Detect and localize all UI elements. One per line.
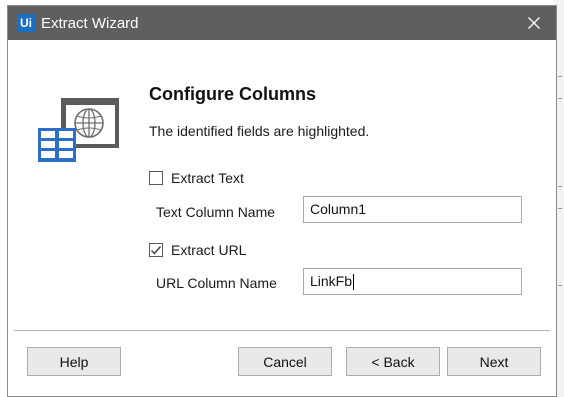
url-column-name-value: LinkFb: [310, 273, 353, 289]
checkbox-box[interactable]: [149, 243, 163, 257]
cancel-button[interactable]: Cancel: [238, 347, 332, 376]
text-caret: [353, 274, 355, 291]
background-mark: [558, 98, 562, 99]
back-button[interactable]: < Back: [346, 347, 440, 376]
extract-wizard-dialog: Ui Extract Wizard Configure Columns The …: [7, 5, 557, 397]
wizard-illustration-icon: [33, 92, 123, 175]
url-column-name-input[interactable]: LinkFb: [303, 268, 522, 295]
footer-divider: [14, 330, 550, 331]
next-button[interactable]: Next: [447, 347, 541, 376]
url-column-name-label: URL Column Name: [156, 275, 277, 291]
window-title: Extract Wizard: [41, 15, 139, 32]
help-button[interactable]: Help: [27, 347, 121, 376]
extract-url-label: Extract URL: [171, 242, 247, 258]
text-column-name-label: Text Column Name: [156, 204, 276, 220]
background-mark: [558, 186, 562, 187]
background-mark: [558, 208, 562, 209]
extract-url-checkbox[interactable]: Extract URL: [149, 242, 246, 258]
extract-text-checkbox[interactable]: Extract Text: [149, 170, 244, 186]
checkmark-icon: [150, 246, 162, 255]
text-column-name-input[interactable]: Column1: [303, 196, 522, 223]
background-mark: [558, 76, 562, 77]
close-icon: [528, 17, 540, 29]
uipath-logo-icon: Ui: [17, 14, 35, 32]
close-button[interactable]: [512, 6, 556, 40]
title-bar[interactable]: Ui Extract Wizard: [8, 6, 556, 40]
background-mark: [558, 285, 562, 286]
table-window-globe-icon: [38, 98, 119, 162]
extract-text-label: Extract Text: [171, 170, 244, 186]
wizard-content: Configure Columns The identified fields …: [8, 40, 556, 396]
page-heading: Configure Columns: [149, 84, 316, 104]
page-description: The identified fields are highlighted.: [149, 123, 370, 139]
checkbox-box[interactable]: [149, 171, 163, 185]
